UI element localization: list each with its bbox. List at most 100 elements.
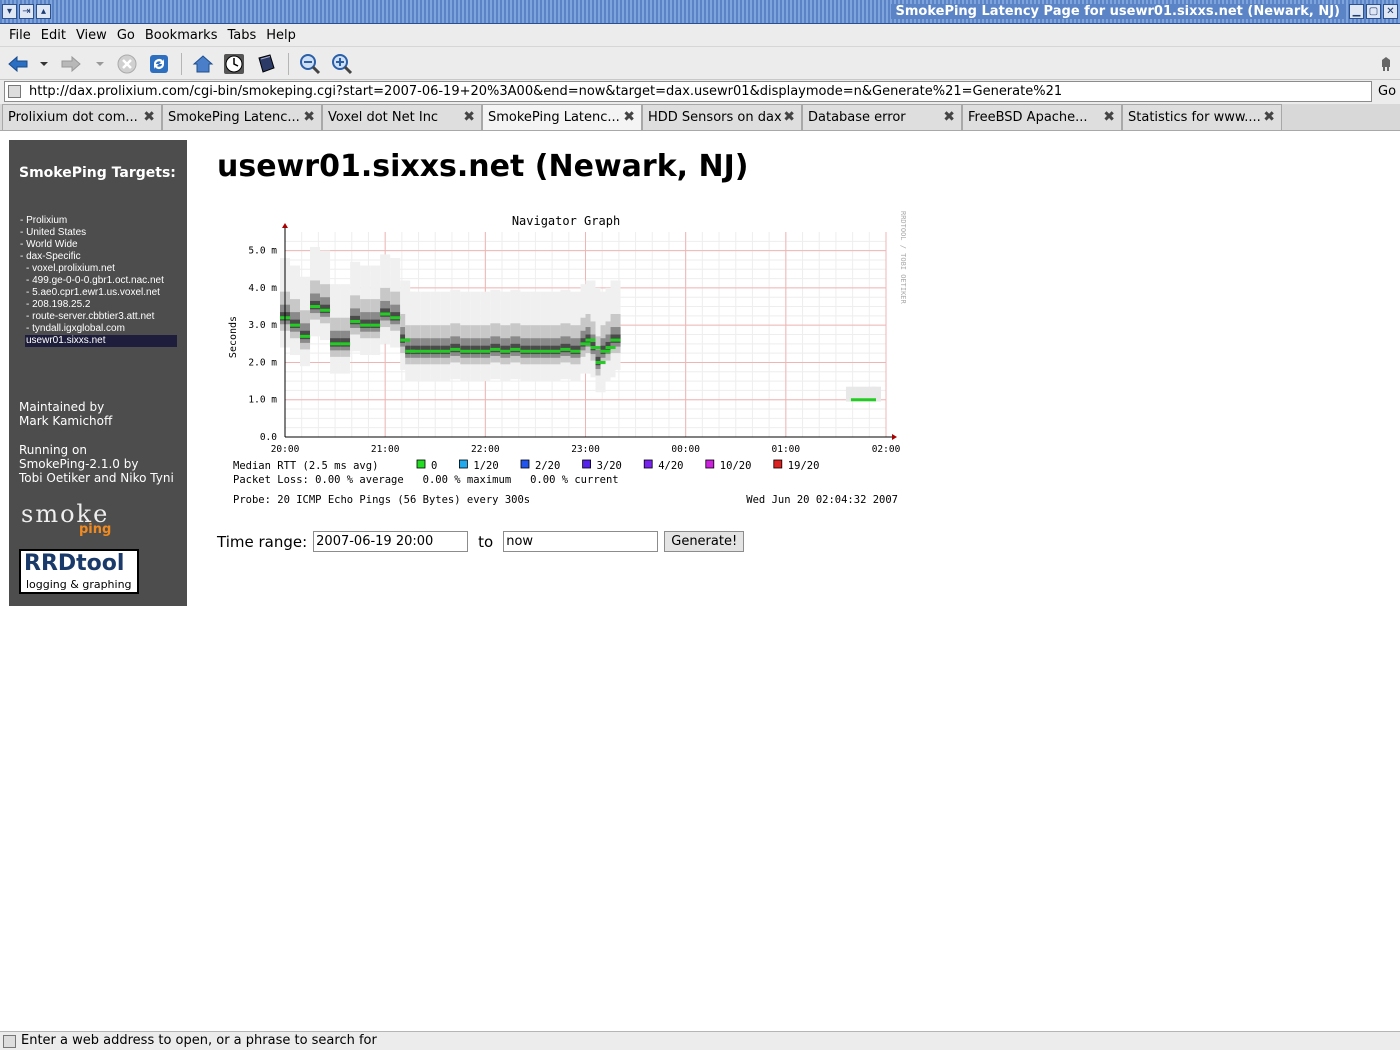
authors-text[interactable]: Tobi Oetiker and Niko Tyni: [19, 471, 174, 485]
version-text[interactable]: SmokePing-2.1.0 by: [19, 457, 174, 471]
legend-label: 2/20: [535, 460, 560, 472]
stop-button[interactable]: [115, 52, 139, 76]
window-shade-button[interactable]: ⇥: [19, 4, 34, 19]
target-link-nac[interactable]: - 499.ge-0-0-0.gbr1.oct.nac.net: [20, 275, 180, 287]
close-tab-icon[interactable]: ✖: [1263, 109, 1275, 125]
rrdtool-logo-title: RRDtool: [24, 551, 125, 576]
status-bar: Enter a web address to open, or a phrase…: [0, 1031, 1400, 1050]
chevron-down-icon: [96, 62, 104, 66]
target-link-united-states[interactable]: - United States: [20, 227, 180, 239]
menu-bookmarks[interactable]: Bookmarks: [140, 28, 223, 43]
legend-swatch: [773, 459, 783, 469]
stop-icon: [117, 54, 137, 74]
tab-smokeping-active[interactable]: SmokePing Latenc... ✖: [482, 104, 642, 130]
url-input[interactable]: http://dax.prolixium.com/cgi-bin/smokepi…: [4, 81, 1372, 102]
maintainer-name[interactable]: Mark Kamichoff: [19, 414, 112, 428]
close-tab-icon[interactable]: ✖: [943, 109, 955, 125]
target-link-voxel[interactable]: - voxel.prolixium.net: [20, 263, 180, 275]
tab-statistics[interactable]: Statistics for www.... ✖: [1122, 104, 1282, 130]
target-link-voxel-cpr[interactable]: - 5.ae0.cpr1.ewr1.us.voxel.net: [20, 287, 180, 299]
bookmarks-button[interactable]: [254, 52, 278, 76]
target-link-att[interactable]: - route-server.cbbtier3.att.net: [20, 311, 180, 323]
reload-button[interactable]: [147, 52, 171, 76]
close-tab-icon[interactable]: ✖: [783, 109, 795, 125]
legend: 0 1/20 2/20 3/20 4/20 10/20 19/20: [416, 459, 819, 472]
end-time-input[interactable]: [503, 531, 659, 552]
tab-label: FreeBSD Apache...: [968, 110, 1088, 125]
close-tab-icon[interactable]: ✖: [623, 109, 635, 125]
go-button[interactable]: Go: [1378, 84, 1396, 99]
window-raise-button[interactable]: ▴: [36, 4, 51, 19]
to-label: to: [478, 532, 494, 551]
rrdtool-logo[interactable]: RRDtool logging & graphing: [19, 549, 139, 594]
y-tick-label: 0.0: [260, 432, 277, 443]
time-range-form: Time range: to Generate!: [217, 531, 745, 552]
chart-title: Navigator Graph: [512, 214, 620, 228]
chevron-down-icon: [40, 62, 48, 66]
close-button[interactable]: ✕: [1383, 4, 1398, 19]
legend-label: 3/20: [597, 460, 622, 472]
target-link-dax-specific[interactable]: - dax-Specific: [20, 251, 180, 263]
x-tick-label: 00:00: [671, 444, 700, 455]
target-link-prolixium[interactable]: - Prolixium: [20, 215, 180, 227]
reload-icon: [150, 55, 168, 73]
menu-go[interactable]: Go: [112, 28, 140, 43]
x-tick-label: 22:00: [471, 444, 500, 455]
generate-button[interactable]: Generate!: [664, 531, 745, 552]
legend-swatch: [582, 459, 592, 469]
target-link-usewr01-selected[interactable]: usewr01.sixxs.net: [25, 335, 177, 347]
tab-smokeping-1[interactable]: SmokePing Latenc... ✖: [162, 104, 322, 130]
tab-voxel[interactable]: Voxel dot Net Inc ✖: [322, 104, 482, 130]
tab-label: SmokePing Latenc...: [168, 110, 300, 125]
throbber: [1374, 52, 1394, 76]
packet-loss-text: Packet Loss: 0.00 % average 0.00 % maxim…: [233, 474, 619, 486]
tab-hdd-sensors[interactable]: HDD Sensors on dax ✖: [642, 104, 802, 130]
tab-prolixium[interactable]: Prolixium dot com... ✖: [2, 104, 162, 130]
home-button[interactable]: [191, 52, 215, 76]
menu-file[interactable]: File: [4, 28, 36, 43]
maintained-label: Maintained by: [19, 400, 105, 414]
zoom-out-button[interactable]: [298, 52, 322, 76]
menu-edit[interactable]: Edit: [36, 28, 71, 43]
home-icon: [192, 55, 214, 73]
url-text: http://dax.prolixium.com/cgi-bin/smokepi…: [29, 84, 1063, 99]
zoom-out-icon: [300, 54, 321, 75]
tab-database-error[interactable]: Database error ✖: [802, 104, 962, 130]
back-history-dropdown[interactable]: [32, 52, 48, 76]
menu-help[interactable]: Help: [261, 28, 301, 43]
forward-history-dropdown[interactable]: [88, 52, 104, 76]
maximize-button[interactable]: ▢: [1366, 4, 1381, 19]
y-tick-label: 3.0 m: [248, 320, 277, 331]
start-time-input[interactable]: [313, 531, 469, 552]
close-tab-icon[interactable]: ✖: [1103, 109, 1115, 125]
target-link-world-wide[interactable]: - World Wide: [20, 239, 180, 251]
toolbar-separator: [181, 53, 182, 75]
status-text: Enter a web address to open, or a phrase…: [21, 1033, 377, 1048]
tab-freebsd-apache[interactable]: FreeBSD Apache... ✖: [962, 104, 1122, 130]
smokeping-logo[interactable]: smoke ping: [21, 500, 141, 536]
window-menu-button[interactable]: ▾: [2, 4, 17, 19]
close-tab-icon[interactable]: ✖: [143, 109, 155, 125]
sidebar: SmokePing Targets: - Prolixium - United …: [9, 140, 187, 606]
minimize-button[interactable]: ▁: [1349, 4, 1364, 19]
back-button[interactable]: [6, 52, 30, 76]
target-link-208[interactable]: - 208.198.25.2: [20, 299, 180, 311]
zoom-in-button[interactable]: [330, 52, 354, 76]
window-title: SmokePing Latency Page for usewr01.sixxs…: [891, 4, 1344, 19]
target-link-tyndall[interactable]: - tyndall.igxglobal.com: [20, 323, 180, 335]
legend-swatch: [705, 459, 715, 469]
menu-view[interactable]: View: [71, 28, 112, 43]
forward-button[interactable]: [59, 52, 83, 76]
location-bar: http://dax.prolixium.com/cgi-bin/smokepi…: [0, 80, 1400, 104]
probe-text: Probe: 20 ICMP Echo Pings (56 Bytes) eve…: [233, 494, 530, 506]
navigation-toolbar: [0, 46, 1400, 80]
close-tab-icon[interactable]: ✖: [463, 109, 475, 125]
legend-swatch: [458, 459, 468, 469]
time-range-label: Time range:: [217, 532, 308, 551]
menu-tabs[interactable]: Tabs: [222, 28, 261, 43]
y-axis-arrow: [282, 223, 288, 228]
close-tab-icon[interactable]: ✖: [303, 109, 315, 125]
history-button[interactable]: [222, 52, 246, 76]
graph-timestamp: Wed Jun 20 02:04:32 2007: [746, 494, 898, 506]
zoom-in-icon: [332, 54, 353, 75]
